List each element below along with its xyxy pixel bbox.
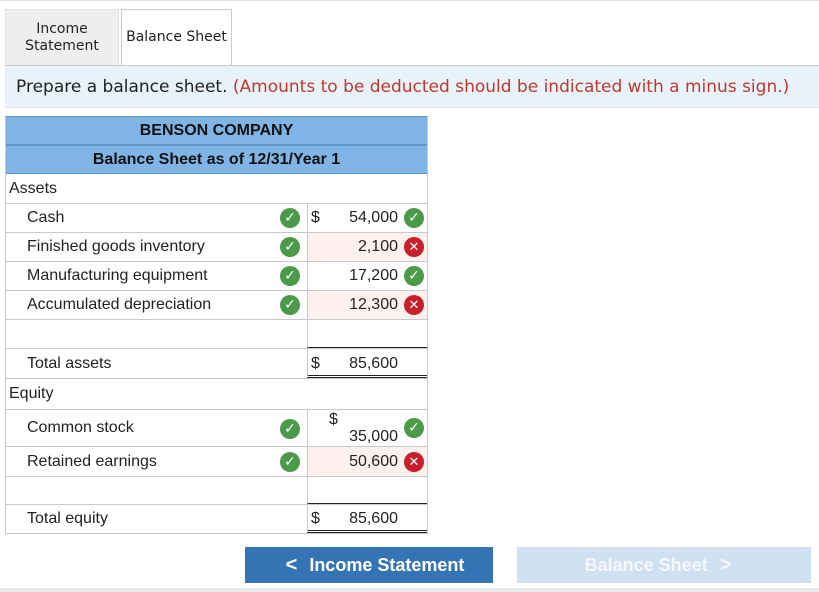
assets-heading-row: Assets <box>5 174 428 204</box>
amount-cell[interactable]: 50,600 ✕ <box>307 447 428 476</box>
x-circle-icon: ✕ <box>404 295 424 315</box>
tab-label: Balance Sheet <box>126 29 227 45</box>
chevron-right-icon: > <box>719 553 732 576</box>
check-circle-icon: ✓ <box>404 208 424 228</box>
dollar-sign: $ <box>311 355 320 372</box>
check-circle-icon: ✓ <box>280 237 300 257</box>
total-assets-value: 85,600 <box>349 355 398 372</box>
total-assets-cell: $ 85,600 <box>307 349 428 378</box>
check-circle-icon: ✓ <box>404 266 424 286</box>
prev-income-statement-button[interactable]: < Income Statement <box>245 547 493 583</box>
total-equity-cell: $ 85,600 <box>307 505 428 533</box>
table-row: Finished goods inventory ✓ 2,100 ✕ <box>5 233 428 262</box>
check-circle-icon: ✓ <box>280 452 300 472</box>
row-label-common-stock[interactable]: Common stock <box>27 410 134 446</box>
amount-value: 17,200 <box>349 267 398 284</box>
instruction-text: Prepare a balance sheet. <box>16 77 228 97</box>
amount-cell[interactable]: $ 35,000 ✓ <box>307 410 428 446</box>
amount-value: 35,000 <box>349 428 398 445</box>
row-label-cash[interactable]: Cash <box>27 204 64 232</box>
next-balance-sheet-button[interactable]: Balance Sheet > <box>517 547 811 583</box>
total-equity-row: Total equity $ 85,600 <box>5 505 428 534</box>
table-row: Cash ✓ $ 54,000 ✓ <box>5 204 428 233</box>
next-button-label: Balance Sheet <box>584 554 708 575</box>
statement-title: Balance Sheet as of 12/31/Year 1 <box>5 145 428 174</box>
check-circle-icon: ✓ <box>280 266 300 286</box>
total-equity-label: Total equity <box>27 510 108 527</box>
row-label-manufacturing-equipment[interactable]: Manufacturing equipment <box>27 262 208 290</box>
prev-button-label: Income Statement <box>309 554 465 575</box>
x-circle-icon: ✕ <box>404 452 424 472</box>
check-circle-icon: ✓ <box>404 418 424 438</box>
amount-cell[interactable]: $ 54,000 ✓ <box>307 204 428 232</box>
tab-label-line1: Income <box>36 20 88 37</box>
dollar-sign: $ <box>311 510 320 527</box>
tab-label-line2: Statement <box>25 37 99 54</box>
row-label-finished-goods[interactable]: Finished goods inventory <box>27 233 205 261</box>
amount-cell[interactable]: 12,300 ✕ <box>307 291 428 319</box>
equity-heading-row: Equity <box>5 379 428 410</box>
row-label-retained-earnings[interactable]: Retained earnings <box>27 447 157 476</box>
top-divider <box>0 0 819 1</box>
table-row: Manufacturing equipment ✓ 17,200 ✓ <box>5 262 428 291</box>
amount-cell[interactable] <box>307 320 428 348</box>
amount-value: 12,300 <box>349 296 398 313</box>
total-assets-row: Total assets $ 85,600 <box>5 349 428 379</box>
table-row: Retained earnings ✓ 50,600 ✕ <box>5 447 428 477</box>
amount-cell[interactable]: 17,200 ✓ <box>307 262 428 290</box>
chevron-left-icon: < <box>285 553 298 576</box>
total-equity-value: 85,600 <box>349 510 398 527</box>
equity-heading: Equity <box>9 385 54 402</box>
row-label-accumulated-depreciation[interactable]: Accumulated depreciation <box>27 291 211 319</box>
check-circle-icon: ✓ <box>280 419 300 439</box>
dollar-sign: $ <box>311 209 320 226</box>
empty-row <box>5 320 428 349</box>
empty-row <box>5 477 428 505</box>
amount-cell[interactable]: 2,100 ✕ <box>307 233 428 261</box>
table-row: Accumulated depreciation ✓ 12,300 ✕ <box>5 291 428 320</box>
dollar-sign: $ <box>329 411 338 428</box>
amount-value: 54,000 <box>349 209 398 226</box>
x-circle-icon: ✕ <box>404 237 424 257</box>
company-name: BENSON COMPANY <box>5 116 428 145</box>
amount-value: 2,100 <box>357 238 398 255</box>
amount-cell[interactable] <box>307 477 428 504</box>
table-row: Common stock ✓ $ 35,000 ✓ <box>5 410 428 447</box>
instruction-note: (Amounts to be deducted should be indica… <box>232 77 790 97</box>
total-assets-label: Total assets <box>27 354 112 372</box>
tab-income-statement[interactable]: Income Statement <box>5 9 119 65</box>
bottom-divider <box>0 588 819 592</box>
check-circle-icon: ✓ <box>280 208 300 228</box>
instruction-bar: Prepare a balance sheet. (Amounts to be … <box>5 65 819 108</box>
tab-balance-sheet[interactable]: Balance Sheet <box>121 9 232 66</box>
assets-heading: Assets <box>9 179 58 197</box>
amount-value: 50,600 <box>349 453 398 470</box>
check-circle-icon: ✓ <box>280 295 300 315</box>
